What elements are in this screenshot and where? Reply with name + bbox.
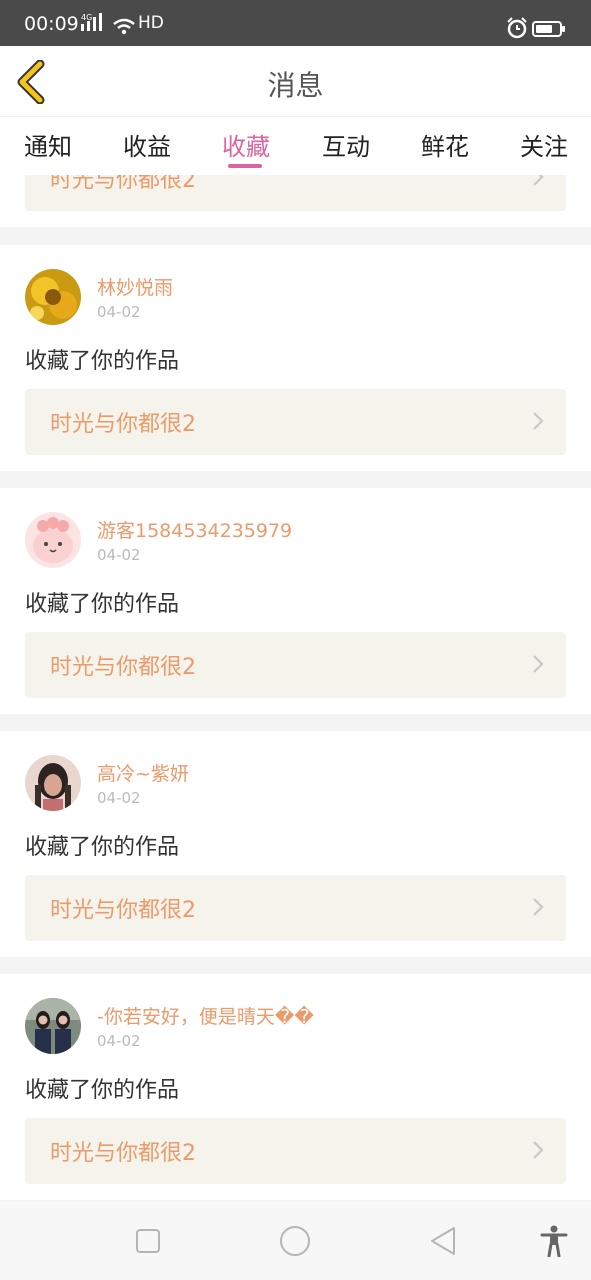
message-date: 04-02 [97,303,141,321]
tab-bar: 通知 收益 收藏 互动 鲜花 关注 [0,117,591,175]
work-title: 时光与你都很2 [50,412,196,437]
status-bar: 00:09 4G HD [0,0,591,46]
wifi-icon [112,17,136,39]
page-title: 消息 [267,69,324,102]
work-link[interactable]: 时光与你都很2 [25,632,566,698]
username[interactable]: 高冷~紫妍 [97,759,189,786]
work-link[interactable]: 时光与你都很2 [25,1118,566,1184]
back-button[interactable] [428,1225,458,1261]
app-header: 消息 [0,46,591,117]
tab-follow[interactable]: 关注 [520,127,568,162]
active-tab-indicator [228,164,262,168]
signal-icon: 4G [81,12,107,38]
battery-icon [532,21,566,41]
username[interactable]: 游客1584534235979 [97,516,292,543]
tab-earnings[interactable]: 收益 [123,127,171,162]
username[interactable]: -你若安好，便是晴天�� [97,1002,314,1029]
two-girls-avatar[interactable] [25,998,81,1054]
accessibility-icon[interactable] [540,1225,568,1261]
list-item-partial: 时光与你都很2 [0,175,591,227]
tab-notice[interactable]: 通知 [24,127,72,162]
girl-braids-avatar[interactable] [25,755,81,811]
recent-apps-button[interactable] [135,1228,161,1258]
list-item: 林妙悦雨 04-02 收藏了你的作品 时光与你都很2 [0,245,591,471]
status-time: 00:09 [24,13,79,35]
tab-flowers[interactable]: 鲜花 [421,127,469,162]
list-item: 游客1584534235979 04-02 收藏了你的作品 时光与你都很2 [0,488,591,714]
work-title: 时光与你都很2 [50,898,196,923]
chevron-right-icon [532,175,544,191]
action-text: 收藏了你的作品 [25,349,180,374]
message-feed[interactable]: 时光与你都很2 林妙悦雨 04-02 收藏了你的作品 时光与你都很2 游客158… [0,175,591,1201]
work-title: 时光与你都很2 [50,1141,196,1166]
message-date: 04-02 [97,1032,141,1050]
work-link[interactable]: 时光与你都很2 [25,875,566,941]
svg-text:4G: 4G [81,13,92,22]
work-title: 时光与你都很2 [50,175,196,193]
hd-badge: HD [138,13,164,33]
action-text: 收藏了你的作品 [25,592,180,617]
chevron-right-icon [532,411,544,435]
list-item: 高冷~紫妍 04-02 收藏了你的作品 时光与你都很2 [0,731,591,957]
list-item: -你若安好，便是晴天�� 04-02 收藏了你的作品 时光与你都很2 [0,974,591,1200]
message-date: 04-02 [97,546,141,564]
chevron-right-icon [532,654,544,678]
chevron-right-icon [532,897,544,921]
work-title: 时光与你都很2 [50,655,196,680]
message-date: 04-02 [97,789,141,807]
alarm-icon [506,17,528,43]
system-nav-bar [0,1201,591,1280]
tab-favorites[interactable]: 收藏 [222,127,270,162]
username[interactable]: 林妙悦雨 [97,273,173,300]
pink-blob-avatar[interactable] [25,512,81,568]
sunflower-avatar[interactable] [25,269,81,325]
work-link[interactable]: 时光与你都很2 [25,389,566,455]
action-text: 收藏了你的作品 [25,1078,180,1103]
home-button[interactable] [279,1225,311,1261]
chevron-right-icon [532,1140,544,1164]
work-link[interactable]: 时光与你都很2 [25,175,566,211]
action-text: 收藏了你的作品 [25,835,180,860]
tab-interaction[interactable]: 互动 [322,127,370,162]
